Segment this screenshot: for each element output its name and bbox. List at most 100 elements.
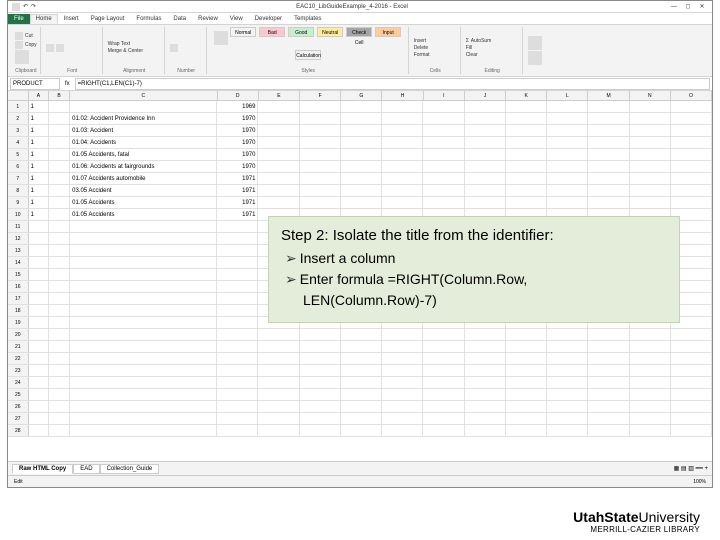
cell[interactable]	[547, 113, 588, 124]
cell[interactable]	[465, 125, 506, 136]
cell[interactable]	[29, 317, 50, 328]
cell[interactable]	[29, 233, 50, 244]
cell[interactable]	[506, 113, 547, 124]
cell[interactable]: 01.03: Accident	[70, 125, 217, 136]
cell[interactable]	[217, 245, 258, 256]
cell[interactable]: 1	[29, 125, 50, 136]
style-normal[interactable]: Normal	[230, 27, 256, 37]
cell[interactable]: 1969	[217, 101, 258, 112]
cell[interactable]	[258, 197, 299, 208]
row-header[interactable]: 20	[8, 329, 29, 340]
number-format-icon[interactable]	[170, 44, 178, 52]
cell[interactable]: 1970	[217, 137, 258, 148]
cell[interactable]	[70, 101, 217, 112]
cell[interactable]	[217, 413, 258, 424]
minimize-button[interactable]: —	[668, 2, 680, 12]
cell[interactable]	[588, 389, 629, 400]
cell[interactable]	[506, 389, 547, 400]
cell[interactable]	[506, 413, 547, 424]
cell[interactable]	[630, 173, 671, 184]
cell[interactable]	[29, 281, 50, 292]
cell[interactable]	[465, 341, 506, 352]
cell[interactable]	[465, 101, 506, 112]
cell[interactable]: 1971	[217, 209, 258, 220]
cell[interactable]	[465, 197, 506, 208]
copy-button[interactable]: Copy	[15, 41, 37, 49]
cell[interactable]	[49, 197, 70, 208]
cell[interactable]	[465, 401, 506, 412]
cell[interactable]	[70, 425, 217, 436]
cell[interactable]: 01.06: Accidents at fairgrounds	[70, 161, 217, 172]
style-check[interactable]: Check Cell	[346, 27, 372, 37]
row-header[interactable]: 1	[8, 101, 29, 112]
cell[interactable]	[423, 161, 464, 172]
tab-developer[interactable]: Developer	[249, 14, 288, 24]
row-header[interactable]: 17	[8, 293, 29, 304]
cell[interactable]	[49, 365, 70, 376]
cell[interactable]	[423, 329, 464, 340]
cell[interactable]	[49, 221, 70, 232]
cell[interactable]	[341, 353, 382, 364]
cell[interactable]	[671, 149, 712, 160]
cell[interactable]	[29, 329, 50, 340]
cell[interactable]: 1	[29, 197, 50, 208]
autosum-button[interactable]: Σ AutoSum	[466, 38, 519, 44]
formula-input[interactable]: =RIGHT(C1,LEN(C1)-7)	[75, 78, 710, 90]
cell[interactable]	[506, 149, 547, 160]
cell[interactable]	[382, 413, 423, 424]
tab-pagelayout[interactable]: Page Layout	[85, 14, 131, 24]
cell[interactable]	[217, 281, 258, 292]
cell[interactable]	[300, 341, 341, 352]
cell[interactable]	[588, 149, 629, 160]
cell[interactable]	[49, 137, 70, 148]
row-header[interactable]: 7	[8, 173, 29, 184]
fill-button[interactable]: Fill	[466, 45, 519, 51]
cell[interactable]	[70, 269, 217, 280]
undo-icon[interactable]: ↶	[23, 3, 28, 10]
cell[interactable]	[49, 329, 70, 340]
cell[interactable]	[423, 353, 464, 364]
cell[interactable]	[49, 113, 70, 124]
cell[interactable]	[506, 161, 547, 172]
cell[interactable]	[341, 149, 382, 160]
cell[interactable]	[630, 161, 671, 172]
cell[interactable]	[671, 341, 712, 352]
col-k[interactable]: K	[506, 91, 547, 100]
cell[interactable]	[49, 101, 70, 112]
cell[interactable]	[506, 125, 547, 136]
cell[interactable]	[630, 377, 671, 388]
cell[interactable]	[49, 341, 70, 352]
style-good[interactable]: Good	[288, 27, 314, 37]
cell[interactable]	[341, 425, 382, 436]
cell[interactable]	[341, 137, 382, 148]
cell[interactable]	[630, 125, 671, 136]
cell[interactable]	[588, 377, 629, 388]
cell[interactable]	[588, 425, 629, 436]
cell[interactable]	[258, 101, 299, 112]
col-o[interactable]: O	[671, 91, 712, 100]
col-a[interactable]: A	[29, 91, 50, 100]
cell[interactable]	[258, 173, 299, 184]
cell[interactable]	[465, 185, 506, 196]
cell[interactable]	[300, 173, 341, 184]
cell[interactable]	[630, 389, 671, 400]
cell[interactable]: 1	[29, 185, 50, 196]
cell[interactable]	[341, 377, 382, 388]
cell[interactable]	[258, 413, 299, 424]
cell[interactable]	[547, 389, 588, 400]
row-header[interactable]: 6	[8, 161, 29, 172]
cell[interactable]	[588, 113, 629, 124]
row-header[interactable]: 25	[8, 389, 29, 400]
cell[interactable]	[465, 377, 506, 388]
cell[interactable]	[506, 101, 547, 112]
cell[interactable]	[341, 101, 382, 112]
row-header[interactable]: 22	[8, 353, 29, 364]
row-header[interactable]: 28	[8, 425, 29, 436]
cell[interactable]	[423, 101, 464, 112]
delete-cells-button[interactable]: Delete	[414, 45, 457, 51]
cell[interactable]	[341, 329, 382, 340]
row-header[interactable]: 11	[8, 221, 29, 232]
cell[interactable]	[217, 389, 258, 400]
cell[interactable]	[382, 425, 423, 436]
cell[interactable]	[300, 365, 341, 376]
